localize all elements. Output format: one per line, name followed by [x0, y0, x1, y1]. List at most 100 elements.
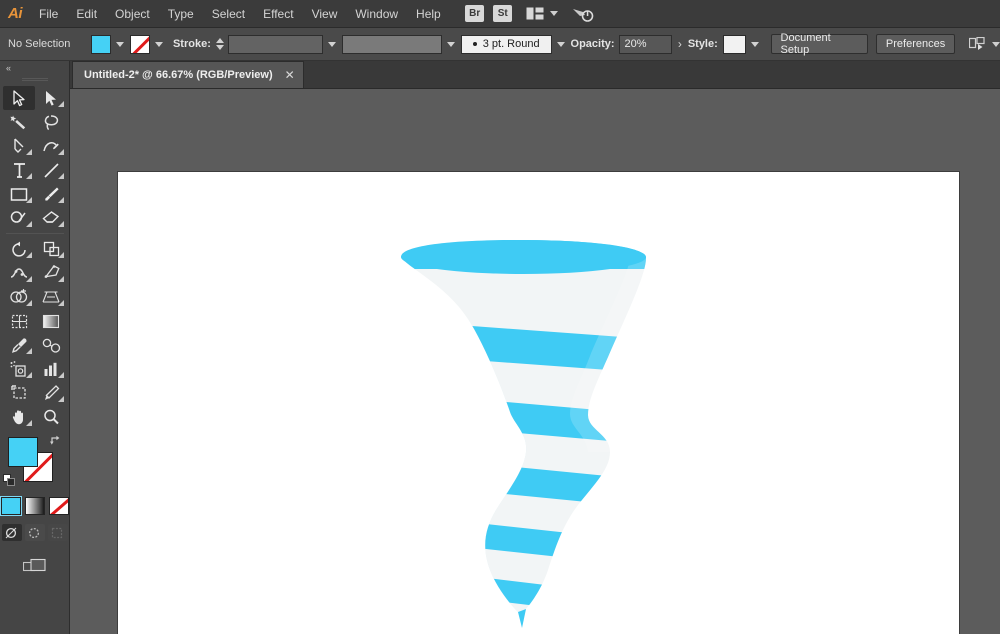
rotate-tool[interactable]	[3, 237, 35, 261]
mesh-tool[interactable]	[3, 309, 35, 333]
collapse-panel-button[interactable]: «	[0, 61, 69, 75]
document-tab[interactable]: Untitled-2* @ 66.67% (RGB/Preview) ✕	[72, 61, 304, 88]
fill-chevron-down-icon[interactable]	[116, 41, 125, 47]
tools-panel: «	[0, 61, 70, 634]
opacity-input[interactable]: 20%	[618, 34, 672, 54]
brush-preview-icon	[472, 42, 477, 46]
screen-mode-area	[0, 555, 69, 577]
canvas-area[interactable]	[70, 89, 1000, 634]
drawing-mode-buttons	[0, 524, 69, 541]
draw-normal-button[interactable]	[1, 524, 22, 541]
arrange-documents-button[interactable]	[967, 35, 988, 53]
brush-definition-select[interactable]: 3 pt. Round	[460, 34, 552, 54]
close-icon[interactable]: ✕	[285, 69, 295, 81]
tornado-tail-tip	[518, 609, 526, 628]
brush-chevron-down-icon[interactable]	[556, 41, 565, 47]
stroke-weight-stepper[interactable]	[215, 38, 224, 50]
draw-inside-button[interactable]	[47, 524, 68, 541]
workspace-switcher-button[interactable]	[524, 5, 546, 23]
menu-type[interactable]: Type	[159, 0, 203, 28]
menu-object[interactable]: Object	[106, 0, 159, 28]
arrange-documents-icon	[968, 37, 985, 50]
direct-selection-tool[interactable]	[35, 86, 67, 110]
tornado-illustration[interactable]	[118, 172, 961, 634]
color-mode-buttons	[0, 496, 69, 516]
document-tab-bar: Untitled-2* @ 66.67% (RGB/Preview) ✕	[0, 61, 1000, 89]
slice-tool[interactable]	[35, 381, 67, 405]
swap-fill-stroke-icon[interactable]	[50, 435, 62, 447]
stock-icon: St	[493, 5, 513, 22]
chevron-down-icon[interactable]	[549, 11, 558, 16]
scale-tool[interactable]	[35, 237, 67, 261]
eraser-tool[interactable]	[35, 206, 67, 230]
document-setup-button[interactable]: Document Setup	[770, 32, 868, 56]
style-label: Style:	[687, 38, 718, 50]
artboard-tool[interactable]	[3, 381, 35, 405]
stroke-weight-input[interactable]	[227, 34, 323, 54]
selection-status: No Selection	[8, 38, 71, 50]
stroke-profile-select[interactable]	[341, 34, 442, 54]
line-segment-tool[interactable]	[35, 158, 67, 182]
graphic-style-swatch[interactable]	[722, 34, 746, 54]
eyedropper-tool[interactable]	[3, 333, 35, 357]
free-transform-tool[interactable]	[35, 261, 67, 285]
symbol-sprayer-tool[interactable]	[3, 357, 35, 381]
menu-view[interactable]: View	[303, 0, 347, 28]
column-graph-tool[interactable]	[35, 357, 67, 381]
app-logo-icon: Ai	[8, 5, 23, 22]
blend-tool[interactable]	[35, 333, 67, 357]
shape-builder-tool[interactable]	[3, 285, 35, 309]
menu-window[interactable]: Window	[346, 0, 407, 28]
fill-color-indicator[interactable]	[8, 437, 38, 467]
fill-stroke-controls	[0, 433, 70, 495]
default-fill-stroke-icon[interactable]	[3, 474, 16, 487]
curvature-tool[interactable]	[35, 134, 67, 158]
rectangle-tool[interactable]	[3, 182, 35, 206]
lasso-tool[interactable]	[35, 110, 67, 134]
panel-drag-handle[interactable]	[0, 75, 69, 84]
stroke-chevron-down-icon[interactable]	[154, 41, 163, 47]
search-adobe-button[interactable]	[572, 5, 594, 23]
change-screen-mode-button[interactable]	[20, 555, 50, 577]
menu-select[interactable]: Select	[203, 0, 254, 28]
menu-effect[interactable]: Effect	[254, 0, 302, 28]
fill-swatch[interactable]	[91, 34, 112, 54]
stroke-weight-label: Stroke:	[172, 38, 211, 50]
gradient-tool[interactable]	[35, 309, 67, 333]
brush-definition-label: 3 pt. Round	[482, 38, 540, 50]
stroke-swatch[interactable]	[130, 34, 150, 54]
stroke-weight-chevron-down-icon[interactable]	[327, 41, 336, 47]
none-mode-button[interactable]	[48, 497, 69, 515]
tornado-top-cap	[401, 240, 646, 274]
arrange-chevron-down-icon[interactable]	[991, 41, 1000, 47]
perspective-grid-tool[interactable]	[35, 285, 67, 309]
stroke-profile-chevron-down-icon[interactable]	[446, 41, 455, 47]
menu-bar: Ai File Edit Object Type Select Effect V…	[0, 0, 1000, 28]
color-mode-button[interactable]	[0, 496, 22, 516]
width-tool[interactable]	[3, 261, 35, 285]
gradient-mode-button[interactable]	[24, 497, 45, 515]
menu-file[interactable]: File	[30, 0, 67, 28]
paintbrush-tool[interactable]	[35, 182, 67, 206]
selection-tool[interactable]	[3, 86, 35, 110]
bridge-icon: Br	[465, 5, 485, 22]
menu-help[interactable]: Help	[407, 0, 450, 28]
preferences-button[interactable]: Preferences	[875, 34, 956, 54]
hand-tool[interactable]	[3, 405, 35, 429]
stock-button[interactable]: St	[492, 5, 514, 23]
artboard[interactable]	[117, 171, 960, 634]
workspace-layout-icon	[526, 7, 544, 20]
tornado-bands	[401, 240, 646, 612]
draw-behind-button[interactable]	[24, 524, 45, 541]
illustrator-window: Ai File Edit Object Type Select Effect V…	[0, 0, 1000, 634]
bridge-button[interactable]: Br	[464, 5, 486, 23]
document-tab-title: Untitled-2* @ 66.67% (RGB/Preview)	[84, 69, 273, 81]
magic-wand-tool[interactable]	[3, 110, 35, 134]
zoom-tool[interactable]	[35, 405, 67, 429]
shaper-tool[interactable]	[3, 206, 35, 230]
style-chevron-down-icon[interactable]	[750, 41, 759, 47]
type-tool[interactable]	[3, 158, 35, 182]
menu-edit[interactable]: Edit	[67, 0, 106, 28]
pen-tool[interactable]	[3, 134, 35, 158]
opacity-more-options-icon[interactable]: ›	[678, 37, 682, 51]
